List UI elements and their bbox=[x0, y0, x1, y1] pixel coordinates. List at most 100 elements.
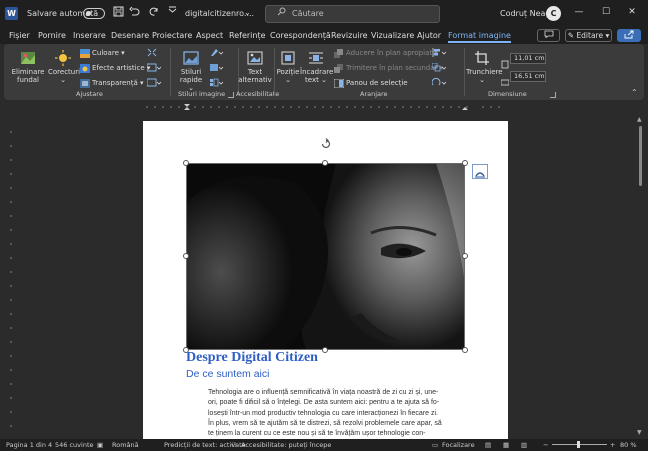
resize-handle[interactable] bbox=[462, 347, 468, 353]
resize-handle[interactable] bbox=[322, 347, 328, 353]
title-bar: W Salvare automată digitalcitizenro.... … bbox=[0, 0, 648, 28]
web-layout-icon[interactable]: ▥ bbox=[521, 441, 527, 449]
collapse-ribbon-icon[interactable]: ⌃ bbox=[631, 88, 638, 97]
accessibility-status[interactable]: Accesibilitate: puteți începe bbox=[241, 441, 331, 449]
zoom-slider-thumb[interactable] bbox=[577, 441, 580, 448]
resize-handle[interactable] bbox=[322, 160, 328, 166]
position-button[interactable]: Poziție ⌄ bbox=[276, 50, 300, 84]
print-layout-icon[interactable]: ▦ bbox=[503, 441, 509, 449]
color-button[interactable]: Culoare ▾ bbox=[80, 48, 125, 58]
chevron-down-icon[interactable]: ⌄ bbox=[244, 8, 251, 17]
minimize-icon[interactable]: — bbox=[572, 7, 586, 17]
search-box[interactable]: Căutare bbox=[265, 5, 440, 23]
tab-references[interactable]: Referințe bbox=[229, 31, 266, 40]
tab-picture-format[interactable]: Format imagine bbox=[448, 31, 511, 43]
position-label: Poziție bbox=[276, 68, 300, 76]
chevron-down-icon: ⌄ bbox=[60, 76, 66, 84]
resize-handle[interactable] bbox=[183, 253, 189, 259]
dialog-launcher-icon[interactable] bbox=[228, 92, 234, 98]
undo-icon[interactable] bbox=[127, 6, 141, 20]
alt-text-icon bbox=[247, 51, 263, 65]
scroll-up-icon[interactable]: ▲ bbox=[637, 116, 642, 123]
focus-mode[interactable]: Focalizare bbox=[442, 441, 475, 449]
dialog-launcher-icon[interactable] bbox=[550, 92, 556, 98]
tab-help[interactable]: Ajutor bbox=[417, 31, 441, 40]
height-input[interactable]: 11,01 cm bbox=[510, 53, 546, 64]
change-picture-icon[interactable] bbox=[146, 63, 162, 75]
read-mode-icon[interactable]: ▤ bbox=[485, 441, 491, 449]
picture-border-icon[interactable] bbox=[210, 48, 224, 60]
send-backward-label: Trimitere în plan secundar bbox=[346, 64, 438, 72]
align-icon[interactable] bbox=[432, 48, 448, 60]
scrollbar-thumb[interactable] bbox=[639, 126, 642, 186]
rotate-objects-icon[interactable] bbox=[431, 77, 448, 90]
picture-effects-icon[interactable] bbox=[210, 63, 224, 75]
tab-design[interactable]: Proiectare bbox=[152, 31, 192, 40]
compress-pictures-icon[interactable] bbox=[147, 48, 157, 60]
tab-mailings[interactable]: Corespondență bbox=[270, 31, 331, 40]
tab-file[interactable]: Fișier bbox=[9, 31, 30, 40]
artistic-effects-button[interactable]: Efecte artistice ▾ bbox=[80, 63, 150, 73]
document-page[interactable]: Despre Digital Citizen De ce suntem aici… bbox=[143, 121, 508, 441]
ribbon: Eliminare fundal Corecturi ⌄ Culoare ▾ E… bbox=[4, 44, 644, 100]
width-input[interactable]: 16,51 cm bbox=[510, 71, 546, 82]
comment-icon[interactable] bbox=[537, 29, 560, 42]
zoom-out-icon[interactable]: − bbox=[543, 441, 548, 449]
scroll-down-icon[interactable]: ▼ bbox=[637, 429, 642, 436]
language[interactable]: Română bbox=[112, 441, 139, 449]
focus-icon[interactable]: ▭ bbox=[432, 441, 438, 449]
remove-background-button[interactable]: Eliminare fundal bbox=[8, 50, 48, 84]
corrections-button[interactable]: Corecturi ⌄ bbox=[48, 50, 80, 84]
horizontal-ruler[interactable] bbox=[143, 104, 508, 110]
tab-layout[interactable]: Aspect bbox=[196, 31, 223, 40]
word-count[interactable]: 546 cuvinte bbox=[55, 441, 94, 449]
tab-review[interactable]: Revizuire bbox=[331, 31, 368, 40]
document-heading[interactable]: Despre Digital Citizen bbox=[186, 350, 318, 366]
zoom-level[interactable]: 80 % bbox=[620, 441, 637, 449]
accessibility-icon[interactable]: ⚇ bbox=[231, 441, 237, 449]
editing-label: Editare bbox=[576, 31, 604, 40]
transparency-button[interactable]: Transparență ▾ bbox=[80, 78, 143, 88]
resize-handle[interactable] bbox=[462, 253, 468, 259]
status-bar: Pagina 1 din 4 546 cuvinte ▣ Română Pred… bbox=[0, 439, 648, 451]
share-icon[interactable] bbox=[617, 29, 641, 42]
save-icon[interactable] bbox=[111, 6, 125, 20]
tab-draw[interactable]: Desenare bbox=[111, 31, 149, 40]
avatar[interactable]: C bbox=[546, 6, 561, 21]
autosave-toggle[interactable] bbox=[83, 8, 105, 19]
resize-handle[interactable] bbox=[462, 160, 468, 166]
group-objects-icon[interactable] bbox=[431, 62, 448, 75]
reset-picture-icon[interactable] bbox=[146, 78, 162, 90]
tab-home[interactable]: Pornire bbox=[38, 31, 66, 40]
picture-layout-icon[interactable] bbox=[210, 78, 224, 90]
wrap-text-icon bbox=[309, 52, 323, 64]
resize-handle[interactable] bbox=[183, 160, 189, 166]
close-icon[interactable]: ✕ bbox=[625, 7, 639, 17]
redo-icon[interactable] bbox=[147, 6, 161, 20]
bring-forward-button[interactable]: Aducere în plan apropiat ▾ bbox=[334, 48, 438, 58]
customize-qat-icon[interactable] bbox=[165, 6, 179, 20]
editing-mode-button[interactable]: ✎ Editare ▾ bbox=[565, 29, 612, 42]
sun-icon bbox=[55, 50, 71, 66]
tab-insert[interactable]: Inserare bbox=[73, 31, 106, 40]
maximize-icon[interactable]: ☐ bbox=[599, 7, 613, 17]
alt-text-button[interactable]: Text alternativ bbox=[238, 50, 272, 84]
wrap-text-button[interactable]: Încadrare text ⌄ bbox=[300, 50, 333, 84]
proofing-icon[interactable]: ▣ bbox=[97, 441, 103, 449]
chevron-down-icon: ⌄ bbox=[285, 76, 291, 84]
page-count[interactable]: Pagina 1 din 4 bbox=[6, 441, 52, 449]
send-backward-button[interactable]: Trimitere în plan secundar ▾ bbox=[334, 63, 443, 73]
crop-button[interactable]: Trunchiere ⌄ bbox=[466, 50, 503, 84]
layout-options-icon[interactable] bbox=[472, 164, 488, 179]
rotate-handle-icon[interactable] bbox=[320, 138, 332, 150]
height-value: 11,01 cm bbox=[514, 54, 545, 62]
picture-styles-group-label: Stiluri imagine bbox=[178, 90, 226, 98]
tab-view[interactable]: Vizualizare bbox=[371, 31, 414, 40]
zoom-in-icon[interactable]: + bbox=[610, 441, 615, 449]
document-paragraph[interactable]: Tehnologia are o influență semnificativă… bbox=[208, 388, 444, 439]
document-subheading[interactable]: De ce suntem aici bbox=[186, 368, 269, 380]
pencil-icon: ✎ bbox=[567, 31, 575, 40]
selection-pane-button[interactable]: Panou de selecție bbox=[334, 78, 408, 88]
vertical-scrollbar[interactable]: ▲ ▼ bbox=[637, 114, 645, 439]
quick-styles-button[interactable]: Stiluri rapide ⌄ bbox=[176, 50, 206, 92]
